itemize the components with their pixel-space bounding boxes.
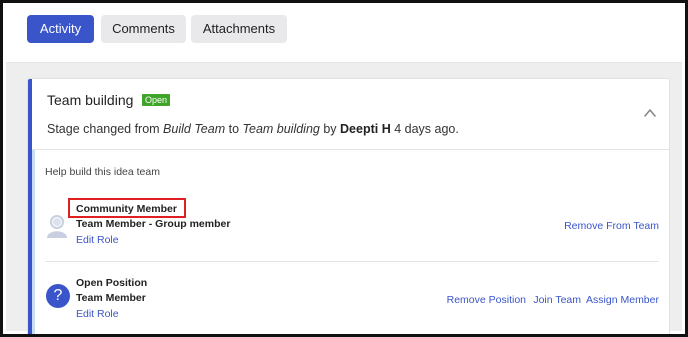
member-role: Team Member bbox=[76, 292, 146, 304]
tab-attachments[interactable]: Attachments bbox=[191, 15, 287, 43]
card-header: Team building Open Stage changed from Bu… bbox=[32, 79, 669, 150]
stage-time: 4 days ago. bbox=[390, 122, 459, 136]
team-section: Help build this idea team Community Memb… bbox=[32, 150, 669, 334]
to-stage: Team building bbox=[242, 122, 320, 136]
stage-change-text: Stage changed from Build Team to Team bu… bbox=[47, 122, 459, 136]
member-name: Open Position bbox=[76, 277, 148, 289]
tab-activity[interactable]: Activity bbox=[27, 15, 94, 43]
tab-bar: Activity Comments Attachments bbox=[6, 6, 682, 63]
team-member-row: Community Member Team Member - Group mem… bbox=[45, 198, 659, 262]
tab-comments[interactable]: Comments bbox=[101, 15, 186, 43]
member-role: Team Member - Group member bbox=[76, 218, 231, 230]
remove-from-team-link[interactable]: Remove From Team bbox=[564, 220, 659, 232]
question-mark-icon: ? bbox=[46, 284, 70, 308]
stage-prefix: Stage changed from bbox=[47, 122, 164, 136]
status-badge: Open bbox=[142, 94, 171, 106]
changed-by-user: Deepti H bbox=[340, 122, 391, 136]
help-text: Help build this idea team bbox=[45, 166, 160, 178]
open-position-row: ? Open Position Team Member Edit Role Re… bbox=[45, 274, 659, 334]
from-stage: Build Team bbox=[163, 122, 226, 136]
content-area: Team building Open Stage changed from Bu… bbox=[6, 63, 682, 334]
member-name: Community Member bbox=[76, 203, 177, 215]
stage-middle: to bbox=[225, 122, 243, 136]
chevron-up-icon[interactable] bbox=[643, 106, 657, 120]
assign-member-link[interactable]: Assign Member bbox=[586, 294, 659, 306]
by-text: by bbox=[319, 122, 341, 136]
edit-role-link[interactable]: Edit Role bbox=[76, 308, 119, 320]
join-team-link[interactable]: Join Team bbox=[533, 294, 581, 306]
edit-role-link[interactable]: Edit Role bbox=[76, 234, 119, 246]
user-silhouette-icon bbox=[47, 215, 67, 238]
remove-position-link[interactable]: Remove Position bbox=[447, 294, 526, 306]
window-frame: Activity Comments Attachments Team build… bbox=[0, 0, 688, 337]
card-title: Team building bbox=[47, 92, 134, 108]
activity-card: Team building Open Stage changed from Bu… bbox=[27, 78, 670, 334]
